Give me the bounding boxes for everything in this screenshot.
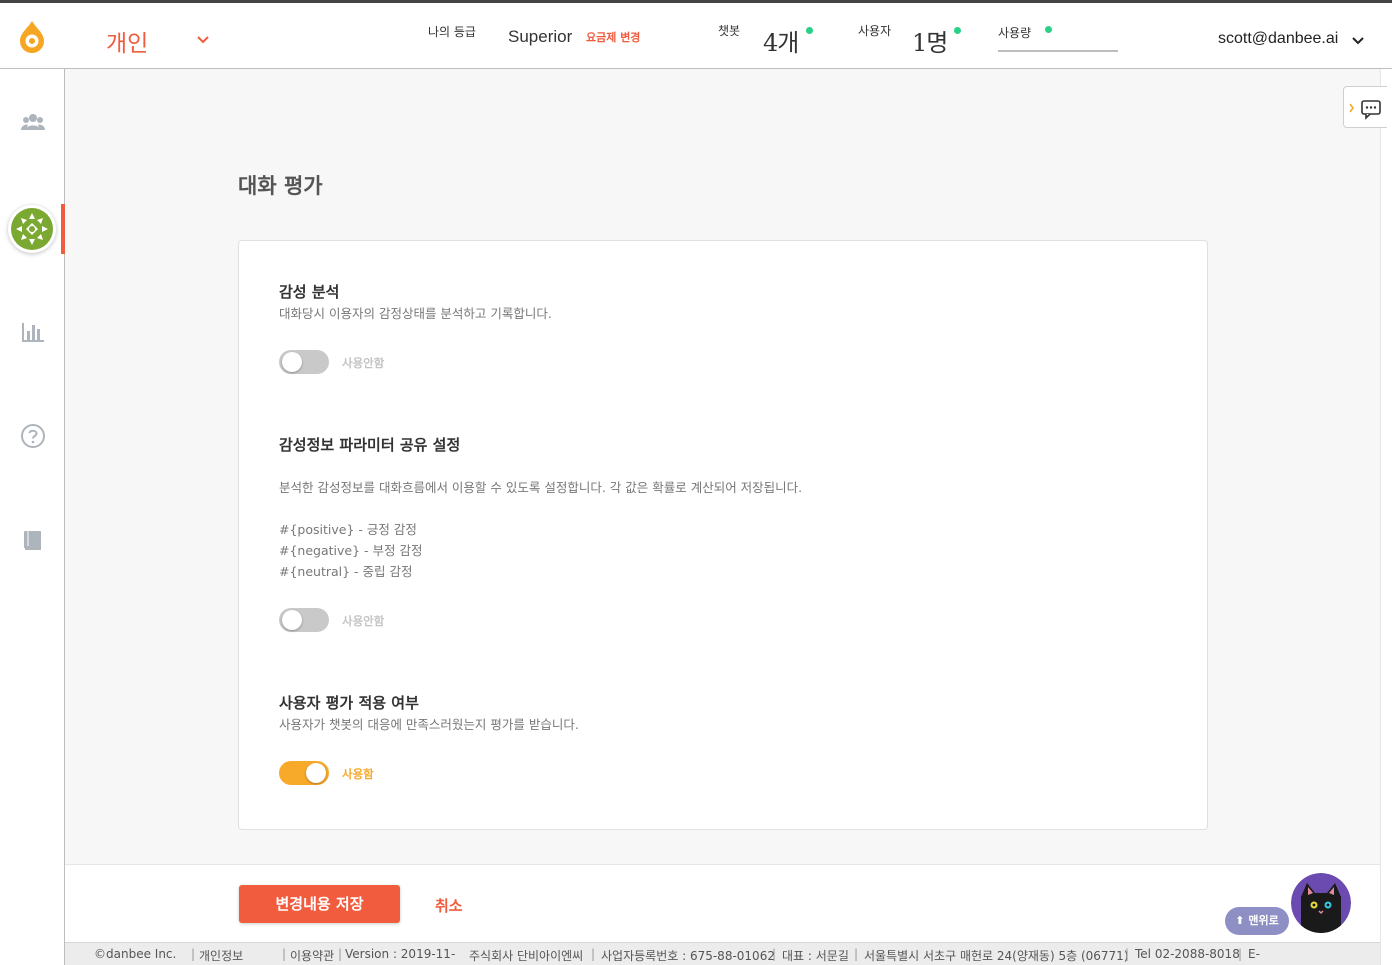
book-icon[interactable]: [20, 528, 46, 554]
cancel-button[interactable]: 취소: [435, 895, 463, 916]
chatbot-avatar[interactable]: [8, 205, 56, 253]
sentiment-toggle[interactable]: [279, 350, 329, 374]
sentiment-params-toggle-label: 사용안함: [342, 614, 385, 628]
param-neutral: #{neutral} - 중립 감정: [279, 564, 413, 579]
footer-terms-link[interactable]: 이용약관: [290, 947, 334, 964]
users-icon[interactable]: [20, 109, 46, 135]
users-count: 1명: [912, 29, 948, 57]
user-rating-toggle-label: 사용함: [342, 767, 374, 781]
scrollbar[interactable]: [1380, 69, 1392, 965]
footer-company: 주식회사 단비아이엔씨: [469, 949, 584, 963]
chat-panel-toggle[interactable]: [1343, 86, 1387, 128]
usage-bar: [998, 50, 1118, 52]
users-status-dot: [954, 27, 961, 34]
footer-separator: |: [1238, 947, 1243, 961]
workspace-selector[interactable]: 개인: [106, 24, 148, 58]
footer-version: Version : 2019-11-: [345, 947, 456, 961]
chevron-down-icon[interactable]: [194, 31, 212, 49]
sentiment-params-description: 분석한 감성정보를 대화흐름에서 이용할 수 있도록 설정합니다. 각 값은 확…: [279, 480, 803, 495]
param-positive: #{positive} - 긍정 감정: [279, 522, 417, 537]
danbee-logo-icon[interactable]: [17, 20, 47, 54]
sentiment-description: 대화당시 이용자의 감정상태를 분석하고 기록합니다.: [279, 306, 552, 321]
footer-ceo: 대표 : 서문길: [782, 949, 849, 963]
footer-separator: |: [772, 947, 777, 961]
footer-copyright: ©danbee Inc.: [94, 947, 177, 961]
user-rating-toggle[interactable]: [279, 761, 329, 785]
footer-email: E-: [1248, 947, 1260, 961]
site-footer: ©danbee Inc. | 개인정보 | 이용약관 | Version : 2…: [65, 942, 1380, 965]
footer-biz-number: 사업자등록번호 : 675-88-01062: [601, 949, 775, 963]
grade-value: Superior: [508, 27, 573, 46]
chatbot-label: 챗봇: [718, 24, 741, 38]
user-rating-description: 사용자가 챗봇의 대응에 만족스러웠는지 평가를 받습니다.: [279, 717, 579, 732]
help-icon[interactable]: [20, 423, 46, 449]
chat-bubble-icon: [1349, 100, 1381, 120]
users-label: 사용자: [858, 24, 892, 38]
grade-label: 나의 등급: [428, 25, 476, 39]
sentiment-toggle-label: 사용안함: [342, 356, 385, 370]
footer-separator: |: [1125, 947, 1130, 961]
save-changes-button[interactable]: 변경내용 저장: [239, 885, 400, 923]
sidebar: [0, 69, 65, 965]
param-negative: #{negative} - 부정 감정: [279, 543, 423, 558]
chevron-down-icon[interactable]: [1351, 34, 1365, 48]
footer-separator: |: [591, 947, 596, 961]
bar-chart-icon[interactable]: [20, 319, 46, 345]
footer-privacy-link[interactable]: 개인정보: [199, 947, 243, 964]
sentiment-params-title: 감성정보 파라미터 공유 설정: [279, 436, 461, 454]
app-root: 개인 나의 등급 Superior 요금제 변경 챗봇 4개 사용자 1명 사용…: [0, 0, 1392, 965]
usage-status-dot: [1045, 26, 1052, 33]
footer-tel: Tel 02-2088-8018: [1135, 947, 1240, 961]
settings-card: 감성 분석 대화당시 이용자의 감정상태를 분석하고 기록합니다. 사용안함 감…: [238, 240, 1208, 830]
page-title: 대화 평가: [238, 174, 323, 198]
scroll-to-top-button[interactable]: ⬆ 맨위로: [1225, 907, 1289, 935]
footer-separator: |: [191, 947, 196, 961]
sentiment-title: 감성 분석: [279, 283, 340, 301]
footer-separator: |: [338, 947, 343, 961]
footer-separator: |: [854, 947, 859, 961]
usage-label: 사용량: [998, 26, 1032, 40]
footer-separator: |: [282, 947, 287, 961]
change-plan-link[interactable]: 요금제 변경: [586, 29, 640, 45]
chatbot-status-dot: [806, 27, 813, 34]
cat-chatbot-icon[interactable]: [1291, 873, 1351, 933]
sentiment-params-toggle[interactable]: [279, 608, 329, 632]
user-rating-title: 사용자 평가 적용 여부: [279, 694, 419, 712]
footer-address: 서울특별시 서초구 매헌로 24(양재동) 5층 (06771): [864, 949, 1129, 963]
chatbot-count: 4개: [763, 29, 799, 57]
top-header: 개인 나의 등급 Superior 요금제 변경 챗봇 4개 사용자 1명 사용…: [0, 0, 1392, 69]
user-account-menu[interactable]: scott@danbee.ai: [1218, 30, 1338, 48]
chatbot-avatar-icon: [11, 208, 53, 250]
